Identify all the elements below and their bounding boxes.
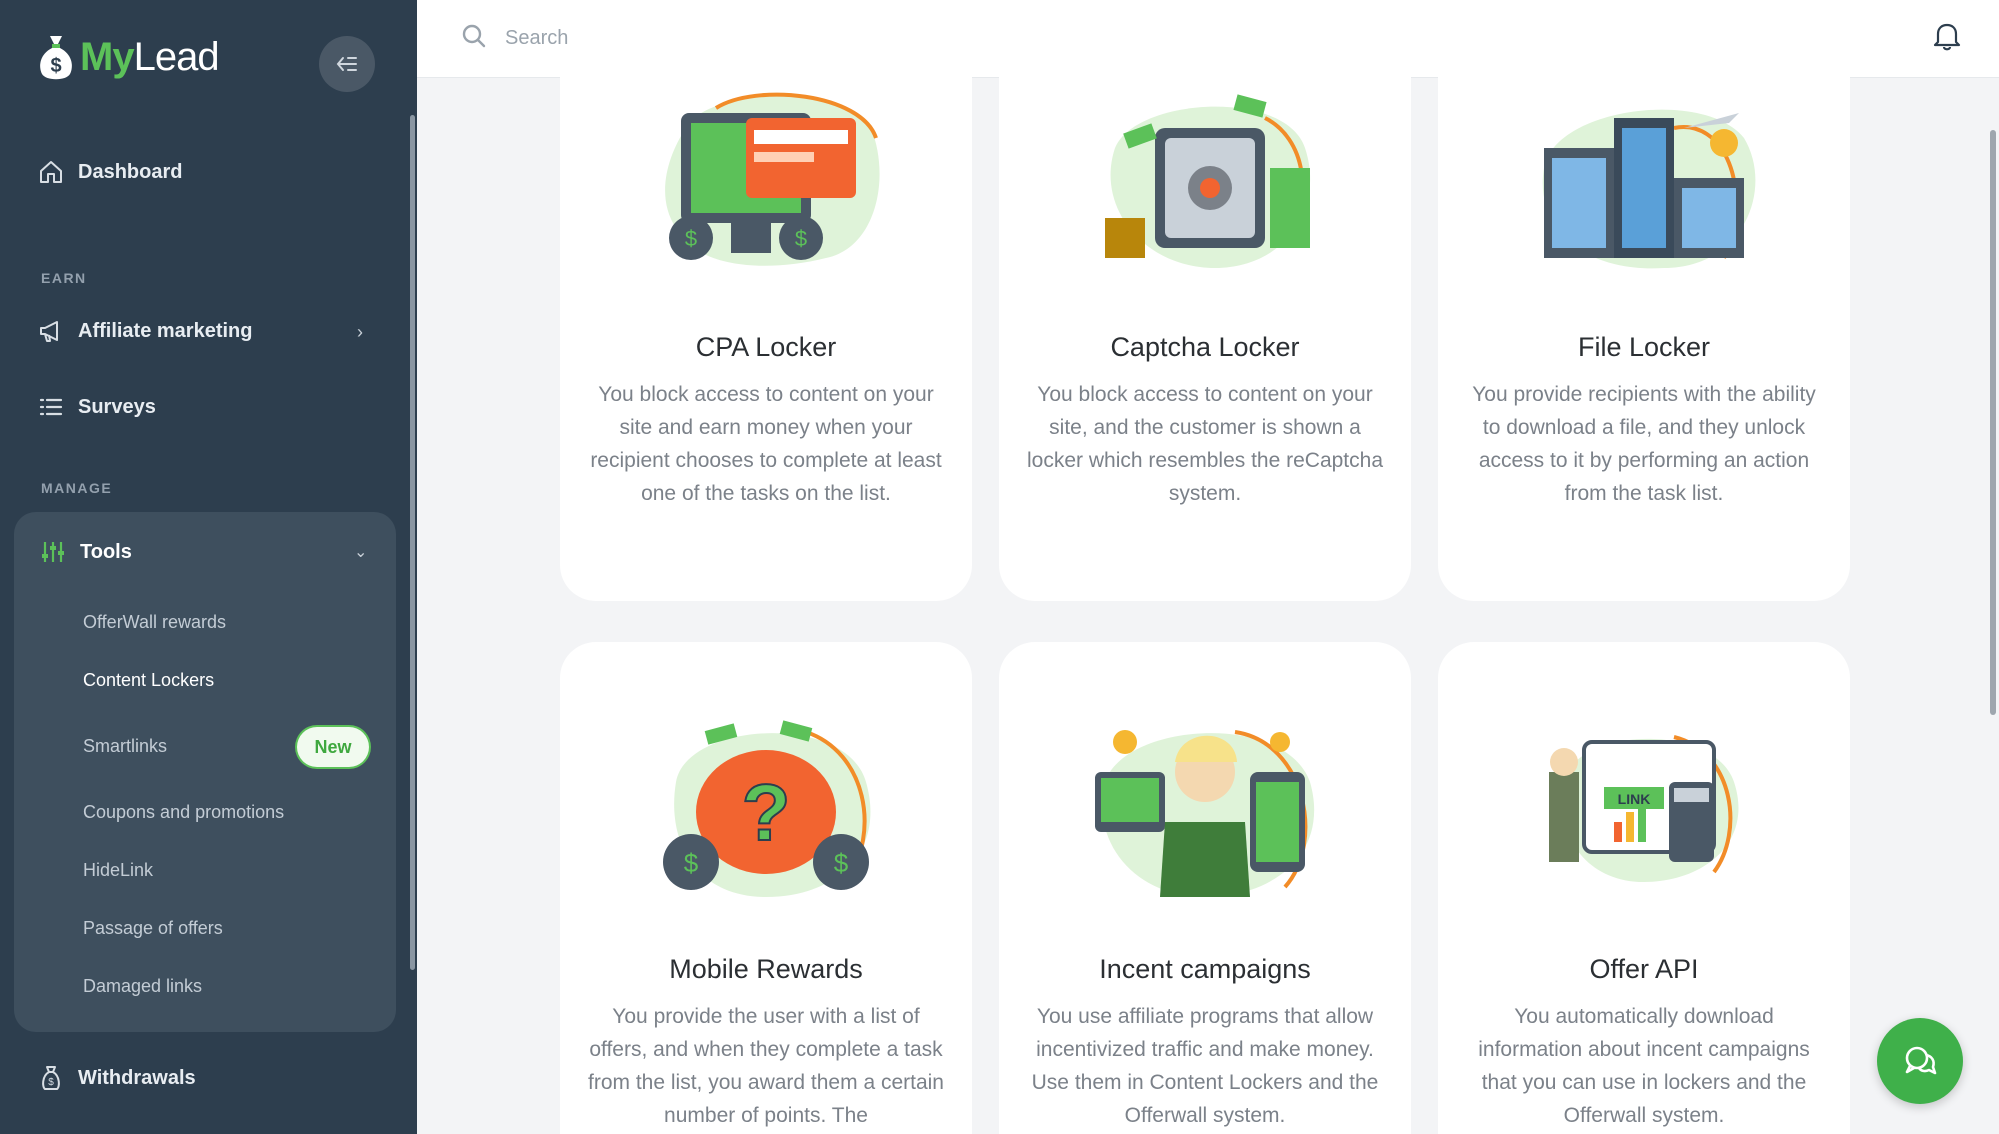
sidebar-scrollbar[interactable]	[410, 115, 415, 970]
card-description: You automatically download information a…	[1478, 1005, 1810, 1127]
sidebar-item-label: Tools	[80, 540, 132, 563]
sidebar-item-tools[interactable]: Tools	[40, 532, 132, 572]
sidebar-subitem-passage-of-offers[interactable]: Passage of offers	[83, 918, 223, 939]
logo[interactable]: $ MyLead	[38, 32, 220, 82]
logo-my: My	[80, 34, 135, 79]
cpa-locker-illustration: $ $	[665, 92, 880, 266]
money-bag-icon: $	[40, 36, 72, 80]
sidebar-subitem-coupons[interactable]: Coupons and promotions	[83, 802, 284, 823]
svg-text:$: $	[795, 226, 807, 251]
sidebar-subitem-hidelink[interactable]: HideLink	[83, 860, 153, 881]
card-description: You block access to content on your site…	[1027, 383, 1383, 505]
card-file-locker[interactable]: File Locker You provide recipients with …	[1438, 40, 1850, 601]
megaphone-icon	[40, 321, 58, 342]
collapse-sidebar-button[interactable]	[319, 36, 375, 92]
offer-api-illustration: LINK	[1549, 735, 1739, 882]
svg-text:?: ?	[742, 768, 791, 857]
svg-text:$: $	[684, 848, 699, 878]
sidebar-subitem-content-lockers[interactable]: Content Lockers	[83, 670, 214, 691]
chevron-right-icon: ›	[357, 322, 363, 342]
card-title: Captcha Locker	[1110, 332, 1300, 362]
card-title: Mobile Rewards	[669, 954, 863, 984]
withdrawal-icon: $	[42, 1066, 60, 1090]
card-description: You use affiliate programs that allow in…	[1031, 1005, 1379, 1127]
card-description: You provide the user with a list of offe…	[588, 1005, 944, 1127]
svg-text:$: $	[685, 226, 697, 251]
search-icon	[462, 24, 486, 48]
svg-text:LINK: LINK	[1618, 791, 1651, 807]
list-icon	[39, 398, 63, 416]
card-offer-api[interactable]: LINK Offer API You automatically downloa…	[1438, 642, 1850, 1134]
card-title: CPA Locker	[695, 332, 837, 362]
sidebar-subitem-smartlinks[interactable]: Smartlinks	[83, 736, 167, 757]
card-captcha-locker[interactable]: Captcha Locker You block access to conte…	[999, 40, 1411, 601]
tools-menu: Tools ⌄ OfferWall rewards Content Locker…	[14, 512, 396, 1032]
svg-text:$: $	[50, 55, 61, 77]
svg-text:$: $	[48, 1077, 54, 1088]
section-label-earn: EARN	[41, 270, 87, 286]
main-scrollbar[interactable]	[1990, 130, 1996, 715]
logo-lead: Lead	[133, 34, 220, 79]
sidebar-item-label: Dashboard	[78, 160, 183, 183]
chevron-down-icon: ⌄	[354, 544, 368, 561]
chat-button[interactable]	[1877, 1018, 1963, 1104]
section-label-manage: MANAGE	[41, 480, 113, 496]
card-cpa-locker[interactable]: $ $ CPA Locker You block access to conte…	[560, 40, 972, 601]
incent-campaigns-illustration	[1095, 730, 1315, 897]
card-description: You provide recipients with the ability …	[1472, 383, 1816, 505]
captcha-locker-illustration	[1105, 94, 1311, 268]
chat-icon	[1905, 1046, 1937, 1075]
sidebar-subitem-damaged-links[interactable]: Damaged links	[83, 976, 202, 997]
file-locker-illustration	[1542, 109, 1756, 269]
card-title: File Locker	[1577, 332, 1711, 362]
sidebar-item-withdrawals[interactable]: $ Withdrawals	[38, 1058, 196, 1098]
card-incent-campaigns[interactable]: Incent campaigns You use affiliate progr…	[999, 642, 1411, 1134]
home-icon	[40, 161, 62, 183]
svg-text:$: $	[834, 848, 849, 878]
sidebar-item-affiliate-marketing[interactable]: Affiliate marketing	[38, 311, 252, 351]
card-description: You block access to content on your site…	[590, 383, 942, 505]
sidebar-item-surveys[interactable]: Surveys	[38, 387, 156, 427]
sidebar: $ MyLead Dashboard EARN Affiliate market…	[0, 0, 417, 1134]
collapse-icon	[336, 57, 357, 71]
sliders-icon	[42, 542, 64, 562]
sidebar-subitem-offerwall-rewards[interactable]: OfferWall rewards	[83, 612, 226, 633]
bell-icon[interactable]	[1932, 20, 1962, 52]
card-mobile-rewards[interactable]: ? $ $ Mobile Rewards You provide the use…	[560, 642, 972, 1134]
sidebar-item-label: Affiliate marketing	[78, 319, 253, 342]
mobile-rewards-illustration: ? $ $	[663, 720, 871, 897]
card-title: Offer API	[1589, 954, 1699, 984]
sidebar-item-label: Withdrawals	[78, 1066, 196, 1089]
card-title: Incent campaigns	[1099, 954, 1311, 984]
sidebar-item-dashboard[interactable]: Dashboard	[38, 152, 182, 192]
sidebar-item-label: Surveys	[78, 395, 156, 418]
new-badge: New	[297, 727, 369, 767]
